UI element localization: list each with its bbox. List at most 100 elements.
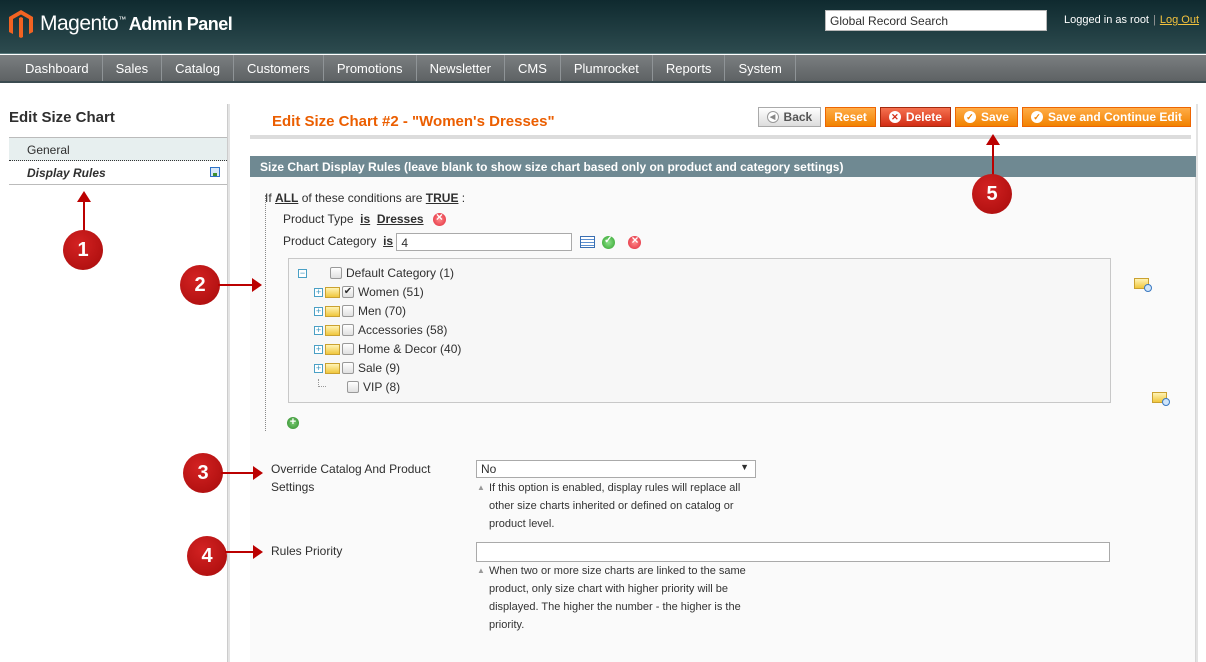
fieldset-heading: Size Chart Display Rules (leave blank to… — [250, 156, 1196, 177]
magento-logo-icon — [9, 10, 33, 38]
save-label: Save — [980, 110, 1009, 124]
tree-node-accessories[interactable]: + Accessories (58) — [314, 322, 447, 338]
checkbox[interactable] — [347, 381, 359, 393]
back-arrow-icon: ◀ — [766, 111, 779, 123]
back-button[interactable]: ◀ Back — [757, 107, 822, 127]
checkbox[interactable] — [342, 343, 354, 355]
nav-reports[interactable]: Reports — [653, 55, 726, 81]
nav-newsletter[interactable]: Newsletter — [417, 55, 505, 81]
tree-label: Default Category (1) — [346, 266, 455, 280]
callout-1: 1 — [63, 230, 103, 270]
expand-icon[interactable]: + — [314, 344, 323, 354]
expand-icon[interactable]: + — [314, 287, 323, 297]
tree-node-default-category[interactable]: − Default Category (1) — [298, 265, 1152, 292]
folder-icon — [1134, 277, 1152, 292]
tab-display-rules[interactable]: Display Rules — [9, 161, 229, 185]
delete-x-icon: ✕ — [888, 111, 901, 123]
callout-5-arrow — [986, 134, 1000, 177]
reset-button[interactable]: Reset — [825, 107, 876, 127]
delete-button[interactable]: ✕ Delete — [879, 107, 951, 127]
add-condition-icon[interactable]: + — [287, 417, 299, 429]
condition-value-select[interactable]: TRUE — [426, 191, 459, 205]
display-rules-fieldset: If ALL of these conditions are TRUE : Pr… — [250, 177, 1196, 662]
sidebar: Edit Size Chart General Display Rules — [9, 104, 229, 185]
tab-general-label: General — [27, 143, 70, 157]
callout-3-arrow — [221, 466, 263, 480]
rule1-value[interactable]: Dresses — [377, 212, 424, 226]
tree-node-men[interactable]: + Men (70) — [314, 303, 406, 319]
rule1-operator[interactable]: is — [360, 212, 370, 226]
sidebar-title: Edit Size Chart — [9, 109, 115, 126]
note-triangle-icon: ▲ — [477, 483, 485, 492]
tree-node-home-decor[interactable]: + Home & Decor (40) — [314, 341, 461, 357]
tree-label: Women (51) — [358, 285, 424, 299]
reset-label: Reset — [834, 110, 867, 124]
logout-link[interactable]: Log Out — [1160, 14, 1199, 26]
category-value-input[interactable]: 4 — [396, 233, 573, 251]
apply-check-icon[interactable] — [602, 235, 616, 249]
override-note-text: If this option is enabled, display rules… — [489, 482, 741, 530]
callout-3: 3 — [183, 453, 223, 493]
checkbox-checked[interactable]: ✔ — [342, 286, 354, 298]
expand-icon[interactable]: + — [314, 325, 323, 335]
nav-plumrocket[interactable]: Plumrocket — [561, 55, 653, 81]
conditions-text: of these conditions are — [301, 191, 423, 205]
callout-2: 2 — [180, 265, 220, 305]
tree-label: Men (70) — [358, 304, 407, 318]
aggregator-select[interactable]: ALL — [275, 191, 298, 205]
tree-node-sale[interactable]: + Sale (9) — [314, 360, 400, 376]
override-note: ▲ If this option is enabled, display rul… — [476, 479, 751, 533]
remove-rule2-icon[interactable] — [628, 233, 642, 249]
tree-node-women[interactable]: + ✔ Women (51) — [314, 284, 424, 300]
logged-in-text: Logged in as root — [1063, 14, 1149, 26]
expand-icon[interactable]: + — [314, 363, 323, 373]
override-select[interactable]: No ▼ — [476, 460, 756, 478]
expand-icon[interactable]: + — [314, 306, 323, 316]
colon-text: : — [461, 191, 466, 205]
save-continue-button[interactable]: ✓ Save and Continue Edit — [1021, 107, 1191, 127]
checkbox[interactable] — [330, 267, 342, 279]
folder-icon — [325, 362, 340, 374]
priority-note-text: When two or more size charts are linked … — [489, 565, 746, 631]
priority-input[interactable] — [476, 542, 1110, 562]
checkbox[interactable] — [342, 305, 354, 317]
override-label-line1: Override Catalog And Product — [271, 462, 431, 476]
note-triangle-icon: ▲ — [477, 566, 485, 575]
nav-dashboard[interactable]: Dashboard — [12, 55, 103, 81]
action-buttons: ◀ Back Reset ✕ Delete ✓ Save ✓ Save and Cont… — [757, 107, 1191, 127]
folder-icon — [325, 286, 340, 298]
tree-label: VIP (8) — [363, 380, 401, 394]
changed-save-icon — [210, 167, 220, 177]
nav-customers[interactable]: Customers — [234, 55, 324, 81]
magento-logo[interactable]: Magento™ Admin Panel — [8, 9, 233, 39]
nav-cms[interactable]: CMS — [505, 55, 561, 81]
chooser-list-icon[interactable] — [579, 236, 595, 248]
logo-text: Magento™ Admin Panel — [40, 12, 233, 35]
priority-note: ▲ When two or more size charts are linke… — [476, 562, 751, 634]
nav-promotions[interactable]: Promotions — [324, 55, 417, 81]
override-value: No — [481, 462, 497, 476]
collapse-icon[interactable]: − — [298, 268, 307, 278]
page-title: Edit Size Chart #2 - "Women's Dresses" — [272, 113, 555, 130]
tree-node-vip[interactable]: VIP (8) — [318, 379, 1170, 406]
rule1-attribute: Product Type — [283, 212, 354, 226]
callout-4-arrow — [225, 545, 263, 559]
nav-catalog[interactable]: Catalog — [162, 55, 234, 81]
rule-product-category: Product Category is 4 — [283, 233, 642, 251]
rule2-operator[interactable]: is — [383, 234, 393, 248]
rule-product-type: Product Type is Dresses — [283, 210, 446, 227]
conditions-header: If ALL of these conditions are TRUE : — [265, 191, 465, 205]
callout-4: 4 — [187, 536, 227, 576]
global-search-input[interactable] — [825, 10, 1047, 31]
tab-general[interactable]: General — [9, 137, 229, 161]
checkbox[interactable] — [342, 362, 354, 374]
callout-1-arrow — [77, 191, 91, 232]
category-tree: − Default Category (1) + ✔ Women (51) + … — [288, 258, 1170, 406]
rule2-attribute: Product Category — [283, 234, 377, 249]
checkbox[interactable] — [342, 324, 354, 336]
remove-rule1-icon[interactable] — [432, 210, 446, 227]
save-button[interactable]: ✓ Save — [954, 107, 1018, 127]
nav-sales[interactable]: Sales — [103, 55, 163, 81]
save-check-icon: ✓ — [963, 111, 976, 123]
nav-system[interactable]: System — [725, 55, 796, 81]
